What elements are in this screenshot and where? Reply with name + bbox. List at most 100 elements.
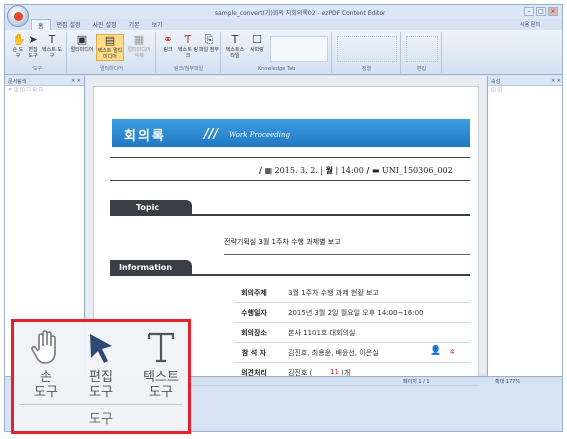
attach-file-button[interactable]: ⎘ 파일 첨부 xyxy=(199,33,219,54)
meta-weekday: 월 xyxy=(325,165,333,175)
meta-doc-id: UNI_150306_002 xyxy=(381,166,453,175)
group-link: ⚭ 링크 Ƭ 텍스트 링크 ⎘ 파일 첨부 링크/첨부파일 xyxy=(157,32,221,73)
maximize-button[interactable]: □ xyxy=(536,7,546,16)
info-table: 회의주제 3월 1주차 수행 과제 현황 보고 수행일자 2015년 3월 2일 월… xyxy=(234,283,470,383)
tab-edit-settings[interactable]: 편집 설정 xyxy=(51,19,87,30)
text-t-icon xyxy=(136,328,186,366)
info-heading: Information xyxy=(119,263,173,272)
group-edit: 편집 xyxy=(402,32,442,73)
folder-icon: ▬ xyxy=(371,166,380,175)
info-key: 회의장소 xyxy=(241,329,267,337)
info-value: 3월 1주차 수행 과제 현황 보고 xyxy=(288,289,379,297)
title-slash-decoration: /// xyxy=(204,127,219,142)
text-style-button[interactable]: T 텍스트스타일 xyxy=(224,34,246,60)
group-knowledge: T 텍스트스타일 ☐ 사파랑 Knowledge Tab xyxy=(222,32,332,73)
group-label-tools: 도구 xyxy=(32,66,43,72)
ribbon: ✋ 손 도구 ➤ 편집 도구 T 텍스트 도구 도구 ▣ 멀티미디어 ▤ 텍스트 멀티미디… xyxy=(5,30,562,75)
text-link-button[interactable]: Ƭ 텍스트 링크 xyxy=(178,33,198,60)
topic-heading: Topic xyxy=(136,203,160,212)
callout-select-label-2: 도구 xyxy=(89,385,113,400)
info-row: 수행일자 2015년 3월 2일 월요일 오후 14:00~16:00 xyxy=(234,303,470,323)
film-delete-icon: ▦ xyxy=(133,33,145,46)
zoom-indicator[interactable]: 확대 177% xyxy=(495,378,520,385)
box-icon: ☐ xyxy=(252,33,262,46)
callout-select-tool[interactable]: 편집 도구 xyxy=(81,328,121,400)
tab-home[interactable]: 홈 xyxy=(31,19,51,30)
topic-rule xyxy=(110,214,470,216)
text-film-icon: ▤ xyxy=(104,34,116,47)
title-bar: sample_convert(기)회의 지회의록02 - ezPDF Conte… xyxy=(5,5,562,19)
calendar-icon: ▦ xyxy=(264,166,273,175)
multimedia-delete-button[interactable]: ▦ 멀티미디어 삭제 xyxy=(126,33,152,60)
callout-select-label-1: 편집 xyxy=(89,370,113,385)
group-label-layout: 정렬 xyxy=(361,66,372,72)
meta-time: 14:00 xyxy=(340,166,364,175)
right-pane-close-icon[interactable]: × × xyxy=(551,78,561,84)
group-label-edit: 편집 xyxy=(416,66,427,72)
callout-group-label: 도구 xyxy=(89,412,113,427)
select-tool-button[interactable]: ➤ 편집 도구 xyxy=(26,33,40,60)
close-button[interactable]: × xyxy=(548,7,558,16)
tab-basic[interactable]: 기본 xyxy=(123,19,146,30)
right-pane-header: 속성 × × xyxy=(488,76,562,86)
text-tool-button[interactable]: T 텍스트 도구 xyxy=(42,33,62,60)
group-label-link: 링크/첨부파일 xyxy=(173,66,204,72)
link-button[interactable]: ⚭ 링크 xyxy=(159,34,177,54)
callout-text-label-1: 텍스트 xyxy=(143,370,179,385)
meta-date: 2015. 3. 2. xyxy=(274,166,318,175)
callout-hand-tool[interactable]: 손 도구 xyxy=(26,328,66,400)
left-pane-title: 문서탐색 xyxy=(8,79,27,85)
info-value: 김진호, 최용윤, 배윤선, 이은실 xyxy=(288,349,379,357)
edit-buttons[interactable] xyxy=(406,36,438,62)
hand-tool-button[interactable]: ✋ 손 도구 xyxy=(11,34,26,60)
document-title: 회의록 xyxy=(124,129,166,144)
info-rule xyxy=(110,274,470,276)
page-indicator[interactable]: 페이지 1 / 1 xyxy=(403,378,430,385)
info-row: 회의장소 본사 1101호 대회의실 xyxy=(234,323,470,343)
left-pane-header: 문서탐색 × × xyxy=(5,76,84,86)
callout-text-tool[interactable]: 텍스트 도구 xyxy=(136,328,186,400)
title-banner: 회의록 /// Work Proceeding xyxy=(112,119,470,147)
info-row: 회의주제 3월 1주차 수행 과제 현황 보고 xyxy=(234,283,470,303)
document-meta: / ▦ 2015. 3. 2. | 월 | 14:00 / ▬ UNI_1503… xyxy=(259,165,453,175)
group-label-knowledge: Knowledge Tab xyxy=(257,66,296,72)
info-value: 본사 1101호 대회의실 xyxy=(288,329,356,337)
app-menu-button[interactable] xyxy=(7,5,29,27)
group-label-multimedia: 멀티미디어 xyxy=(99,66,123,72)
info-key: 참 석 자 xyxy=(241,349,267,357)
topic-text: 전략기획실 3월 1주차 수행 과제별 보고 xyxy=(224,238,341,246)
quiz-button[interactable]: ☐ 사파랑 xyxy=(248,33,266,54)
tab-view[interactable]: 보기 xyxy=(146,19,169,30)
help-link[interactable]: 사용 문의 xyxy=(520,21,540,28)
multimedia-button[interactable]: ▣ 멀티미디어 xyxy=(70,34,94,54)
paperclip-icon: ⎘ xyxy=(204,33,214,46)
callout-text-label-2: 도구 xyxy=(149,385,173,400)
left-pane-toolbar[interactable]: ✕ ◫ ◫ ☐ ☑ ☐ xyxy=(5,86,84,95)
person-icon: 👤 xyxy=(430,346,442,356)
attendee-count: 4 xyxy=(450,348,455,356)
callout-hand-label-1: 손 xyxy=(40,370,52,385)
text-t-icon: T xyxy=(48,33,56,46)
topic-underline xyxy=(224,254,470,255)
group-tools: ✋ 손 도구 ➤ 편집 도구 T 텍스트 도구 도구 xyxy=(9,32,67,73)
text-link-icon: Ƭ xyxy=(184,33,192,46)
right-pane-title: 속성 xyxy=(491,79,501,85)
align-buttons[interactable] xyxy=(337,36,397,62)
tools-callout: 손 도구 편집 도구 텍스트 도구 도구 xyxy=(11,319,191,434)
ribbon-tabs: 홈 편집 설정 사진 설정 기본 보기 xyxy=(31,19,169,30)
opinion-count: 11 xyxy=(330,368,339,376)
tab-photo-settings[interactable]: 사진 설정 xyxy=(87,19,123,30)
pane-close-icon[interactable]: × × xyxy=(71,78,81,84)
document-subtitle: Work Proceeding xyxy=(229,131,290,139)
group-multimedia: ▣ 멀티미디어 ▤ 텍스트 멀티미디어 ▦ 멀티미디어 삭제 멀티미디어 xyxy=(68,32,156,73)
knowledge-options[interactable] xyxy=(270,36,328,62)
callout-group-divider xyxy=(19,404,183,405)
minimize-button[interactable]: – xyxy=(524,7,534,16)
arrow-cursor-icon: ➤ xyxy=(28,33,38,46)
info-key: 수행일자 xyxy=(241,309,267,317)
info-value: 2015년 3월 2일 월요일 오후 14:00~16:00 xyxy=(288,309,424,317)
right-pane: 속성 × × ◫ ◫ xyxy=(487,76,562,376)
text-multimedia-button[interactable]: ▤ 텍스트 멀티미디어 xyxy=(96,34,124,61)
right-pane-toolbar[interactable]: ◫ ◫ xyxy=(488,86,562,95)
divider-meta xyxy=(110,180,470,181)
